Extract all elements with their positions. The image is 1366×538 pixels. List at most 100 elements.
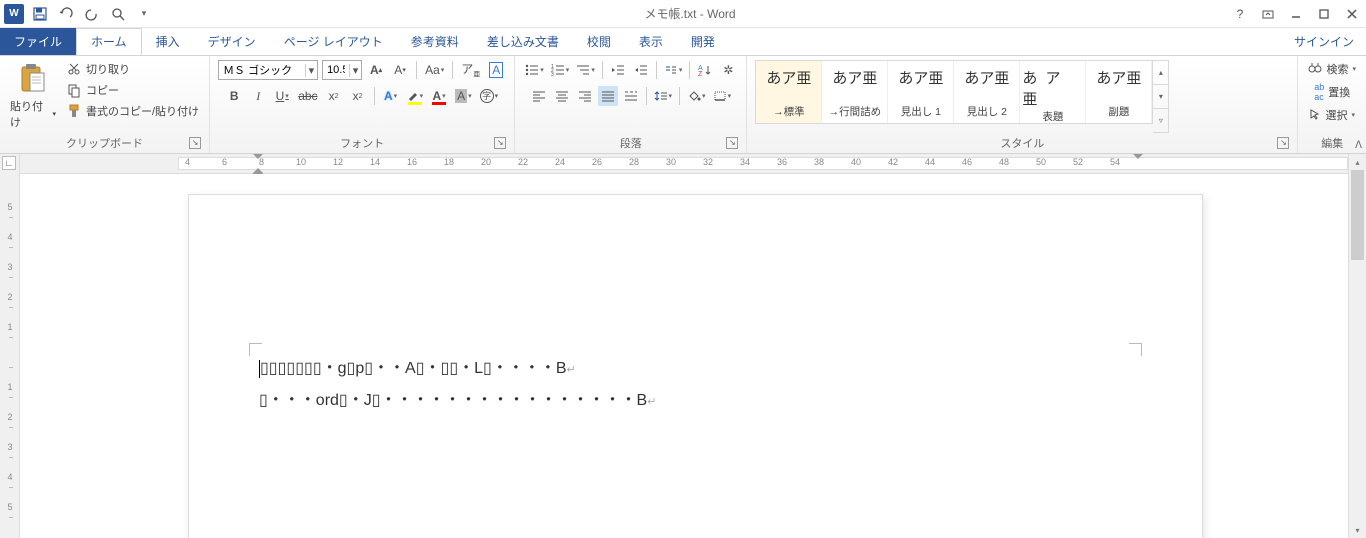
vertical-scrollbar[interactable]: ▴ ▾ xyxy=(1348,154,1366,538)
styles-launcher[interactable]: ↘ xyxy=(1277,137,1289,149)
enclose-char-button[interactable]: 字 xyxy=(478,86,501,106)
font-size-combo[interactable]: ▾ xyxy=(322,60,362,80)
style-scroll-down[interactable]: ▾ xyxy=(1153,85,1169,109)
tab-insert[interactable]: 挿入 xyxy=(142,28,194,55)
style-subtitle[interactable]: あア亜副題 xyxy=(1086,61,1152,123)
increase-indent-button[interactable] xyxy=(631,60,651,80)
ribbon-display-button[interactable] xyxy=(1254,0,1282,28)
align-center-button[interactable] xyxy=(552,86,572,106)
first-line-indent-marker[interactable] xyxy=(253,154,263,159)
tab-home[interactable]: ホーム xyxy=(76,28,142,55)
style-heading1[interactable]: あア亜見出し 1 xyxy=(888,61,954,123)
phonetic-guide-button[interactable]: ア亜 xyxy=(459,60,482,80)
tab-mailings[interactable]: 差し込み文書 xyxy=(473,28,573,55)
tab-layout[interactable]: ページ レイアウト xyxy=(270,28,397,55)
strikethrough-button[interactable]: abc xyxy=(296,86,319,106)
line-spacing-button[interactable] xyxy=(652,86,675,106)
show-marks-button[interactable]: ✲ xyxy=(718,60,738,80)
qat-save-button[interactable] xyxy=(30,4,50,24)
document-area[interactable]: ▯▯▯▯▯▯▯・g▯p▯・・A▯・▯▯・L▯・・・・B↵ ▯・・・ord▯・J▯… xyxy=(20,174,1348,538)
asian-layout-button[interactable] xyxy=(662,60,685,80)
minimize-button[interactable] xyxy=(1282,0,1310,28)
char-shading-button[interactable]: A xyxy=(453,86,474,106)
page[interactable]: ▯▯▯▯▯▯▯・g▯p▯・・A▯・▯▯・L▯・・・・B↵ ▯・・・ord▯・J▯… xyxy=(188,194,1203,538)
copy-button[interactable]: コピー xyxy=(64,81,201,99)
style-expand[interactable]: ▿ xyxy=(1153,109,1169,133)
close-button[interactable] xyxy=(1338,0,1366,28)
multilevel-list-button[interactable] xyxy=(574,60,597,80)
scissors-icon xyxy=(66,61,82,77)
tab-design[interactable]: デザイン xyxy=(194,28,270,55)
qat-touchmode-button[interactable] xyxy=(108,4,128,24)
clipboard-launcher[interactable]: ↘ xyxy=(189,137,201,149)
subscript-button[interactable]: x2 xyxy=(324,86,344,106)
help-button[interactable]: ? xyxy=(1226,0,1254,28)
paste-button[interactable]: 貼り付け▾ xyxy=(8,60,58,132)
italic-button[interactable]: I xyxy=(248,86,268,106)
style-heading2[interactable]: あア亜見出し 2 xyxy=(954,61,1020,123)
text-effects-button[interactable]: A xyxy=(381,86,401,106)
font-name-dropdown[interactable]: ▾ xyxy=(305,64,317,77)
distribute-button[interactable] xyxy=(621,86,641,106)
font-name-input[interactable] xyxy=(219,61,305,79)
sign-in-link[interactable]: サインイン xyxy=(1282,28,1366,55)
replace-label: 置換 xyxy=(1328,84,1350,100)
font-size-dropdown[interactable]: ▾ xyxy=(349,64,361,77)
select-button[interactable]: 選択 ▾ xyxy=(1307,106,1357,124)
shrink-font-button[interactable]: A▾ xyxy=(390,60,410,80)
sort-button[interactable]: AZ xyxy=(695,60,715,80)
superscript-button[interactable]: x2 xyxy=(348,86,368,106)
shading-button[interactable] xyxy=(685,86,708,106)
tab-view[interactable]: 表示 xyxy=(625,28,677,55)
style-title[interactable]: あ ア 亜表題 xyxy=(1020,61,1086,123)
find-button[interactable]: 検索 ▾ xyxy=(1306,60,1358,78)
paragraph-launcher[interactable]: ↘ xyxy=(726,137,738,149)
vertical-ruler[interactable]: ∟ 5432112345 xyxy=(0,154,20,538)
tab-selector[interactable]: ∟ xyxy=(2,156,16,170)
scroll-down-button[interactable]: ▾ xyxy=(1349,522,1366,538)
hruler-tick: 44 xyxy=(925,157,935,167)
qat-customize-button[interactable]: ▾ xyxy=(134,4,154,24)
collapse-ribbon-button[interactable]: ᐱ xyxy=(1355,140,1362,151)
decrease-indent-button[interactable] xyxy=(608,60,628,80)
align-left-button[interactable] xyxy=(529,86,549,106)
style-scroll-up[interactable]: ▴ xyxy=(1153,60,1169,85)
tab-developer[interactable]: 開発 xyxy=(677,28,729,55)
cut-button[interactable]: 切り取り xyxy=(64,60,201,78)
numbered-list-button[interactable]: 123 xyxy=(549,60,572,80)
word-app-icon[interactable]: W xyxy=(4,4,24,24)
format-painter-button[interactable]: 書式のコピー/貼り付け xyxy=(64,102,201,120)
borders-button[interactable] xyxy=(711,86,734,106)
tab-review[interactable]: 校閲 xyxy=(573,28,625,55)
replace-button[interactable]: abac 置換 xyxy=(1312,81,1352,103)
horizontal-ruler[interactable]: 4681012141618202224262830323436384042444… xyxy=(20,154,1348,174)
style-normal[interactable]: あア亜→標準 xyxy=(756,61,822,123)
numbers-icon: 123 xyxy=(551,64,565,76)
scroll-up-button[interactable]: ▴ xyxy=(1349,154,1366,170)
font-color-button[interactable]: A xyxy=(429,86,449,106)
right-indent-marker[interactable] xyxy=(1133,154,1143,159)
document-line-2[interactable]: ▯・・・ord▯・J▯・・・・・・・・・・・・・・・・B↵ xyxy=(259,385,1132,417)
justify-button[interactable] xyxy=(598,86,618,106)
char-border-button[interactable]: A xyxy=(486,60,506,80)
group-paragraph: 123 AZ ✲ xyxy=(515,56,747,153)
grow-font-button[interactable]: A▴ xyxy=(366,60,386,80)
font-launcher[interactable]: ↘ xyxy=(494,137,506,149)
font-name-combo[interactable]: ▾ xyxy=(218,60,318,80)
change-case-button[interactable]: Aa xyxy=(423,60,446,80)
tab-references[interactable]: 参考資料 xyxy=(397,28,473,55)
font-size-input[interactable] xyxy=(323,61,349,79)
highlight-button[interactable] xyxy=(405,86,426,106)
underline-button[interactable]: U xyxy=(272,86,292,106)
qat-undo-button[interactable] xyxy=(56,4,76,24)
document-line-1[interactable]: ▯▯▯▯▯▯▯・g▯p▯・・A▯・▯▯・L▯・・・・B↵ xyxy=(259,353,1132,385)
bold-button[interactable]: B xyxy=(224,86,244,106)
align-right-button[interactable] xyxy=(575,86,595,106)
tab-file[interactable]: ファイル xyxy=(0,28,76,55)
bullet-list-button[interactable] xyxy=(523,60,546,80)
vruler-tick: 4 xyxy=(2,232,18,242)
scroll-thumb[interactable] xyxy=(1351,170,1364,260)
style-nospacing[interactable]: あア亜→行間詰め xyxy=(822,61,888,123)
maximize-button[interactable] xyxy=(1310,0,1338,28)
qat-redo-button[interactable] xyxy=(82,4,102,24)
